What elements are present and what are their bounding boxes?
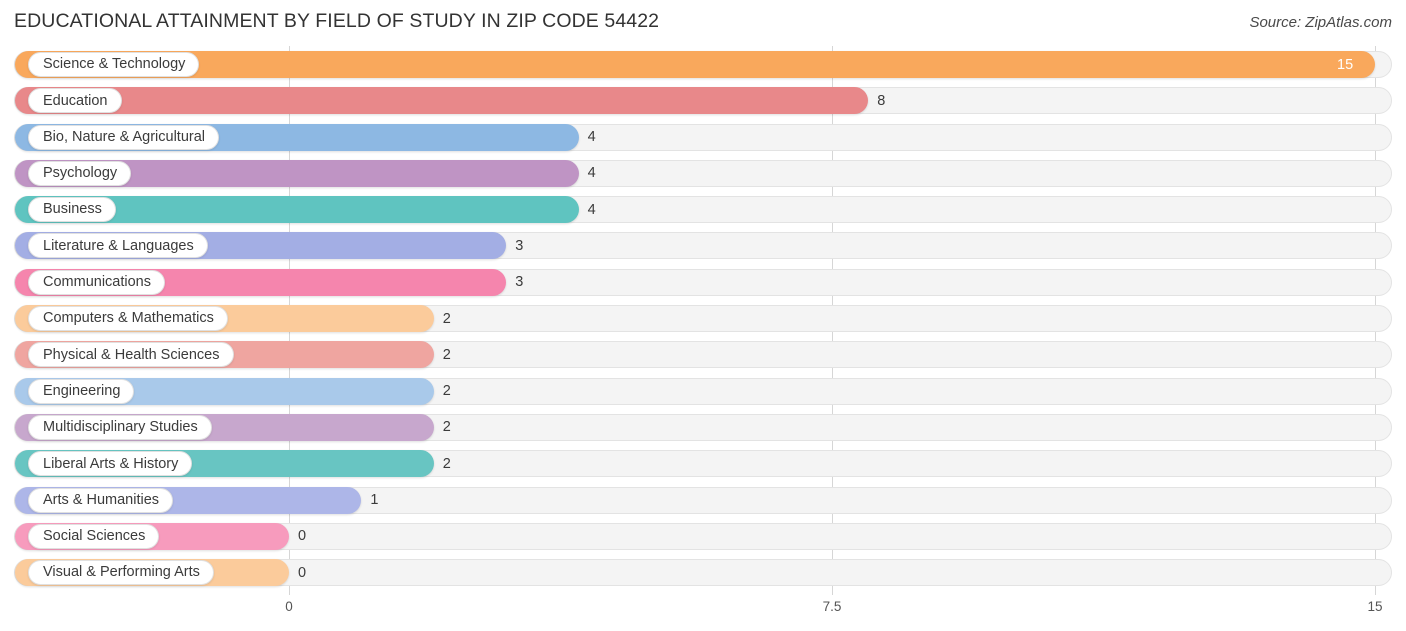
bar-label-pill: Arts & Humanities — [28, 487, 174, 513]
bar-category-label: Computers & Mathematics — [43, 310, 214, 327]
bar-value-label: 0 — [298, 528, 307, 545]
bar-label-pill: Psychology — [28, 160, 132, 186]
bar-label-pill: Communications — [28, 269, 165, 295]
bar-value-label: 2 — [442, 419, 451, 436]
bar-category-label: Bio, Nature & Agricultural — [43, 128, 205, 145]
bar-category-label: Social Sciences — [43, 528, 146, 545]
bar-value-label: 2 — [442, 346, 451, 363]
bar-row[interactable]: Bio, Nature & Agricultural 4 — [0, 119, 1406, 155]
bar-row[interactable]: Arts & Humanities 1 — [0, 482, 1406, 518]
bar-value-label: 1 — [370, 492, 379, 509]
bar-rows: Science & Technology 15 Education 8 Bio, Nat… — [0, 46, 1406, 590]
bar-row[interactable]: Social Sciences 0 — [0, 518, 1406, 554]
bar-row[interactable]: Psychology 4 — [0, 155, 1406, 191]
bar-value-label: 2 — [442, 383, 451, 400]
bar-category-label: Visual & Performing Arts — [43, 564, 200, 581]
bar-label-pill: Science & Technology — [28, 52, 200, 77]
plot-area: Science & Technology 15 Education 8 Bio, Nat… — [0, 46, 1406, 595]
bar-row[interactable]: Communications 3 — [0, 264, 1406, 300]
bar-category-label: Psychology — [43, 165, 118, 182]
bar-label-pill: Visual & Performing Arts — [28, 560, 214, 586]
axis-tick-label: 7.5 — [822, 599, 842, 614]
bar-label-pill: Physical & Health Sciences — [28, 342, 234, 368]
bar-category-label: Communications — [43, 274, 151, 291]
bar-label-pill: Social Sciences — [28, 523, 160, 549]
bar-category-label: Physical & Health Sciences — [43, 346, 220, 363]
axis-tick-label: 0 — [285, 599, 293, 614]
bar-value-label: 3 — [515, 237, 524, 254]
bar-category-label: Education — [43, 92, 108, 109]
bar-row[interactable]: Multidisciplinary Studies 2 — [0, 409, 1406, 445]
bar-label-pill: Literature & Languages — [28, 233, 208, 259]
bar-row[interactable]: Liberal Arts & History 2 — [0, 445, 1406, 481]
bar-row[interactable]: Business 4 — [0, 191, 1406, 227]
bar-label-pill: Bio, Nature & Agricultural — [28, 124, 219, 150]
bar-category-label: Business — [43, 201, 102, 218]
bar-value-label: 0 — [298, 564, 307, 581]
bar-label-pill: Education — [28, 88, 122, 114]
source-attribution: Source: ZipAtlas.com — [1249, 14, 1392, 31]
bar-value-label: 3 — [515, 274, 524, 291]
chart-page: EDUCATIONAL ATTAINMENT BY FIELD OF STUDY… — [0, 0, 1406, 631]
bar-label-pill: Engineering — [28, 378, 135, 404]
axis-tick-label: 15 — [1367, 599, 1383, 614]
bar-value-label: 15 — [1337, 56, 1354, 73]
bar-category-label: Liberal Arts & History — [43, 455, 179, 472]
bar-row[interactable]: Education 8 — [0, 82, 1406, 118]
chart-header: EDUCATIONAL ATTAINMENT BY FIELD OF STUDY… — [0, 0, 1406, 46]
bar-category-label: Multidisciplinary Studies — [43, 419, 198, 436]
bar-category-label: Literature & Languages — [43, 237, 194, 254]
bar-row[interactable]: Science & Technology 15 — [0, 46, 1406, 82]
bar-row[interactable]: Computers & Mathematics 2 — [0, 300, 1406, 336]
bar-row[interactable]: Engineering 2 — [0, 373, 1406, 409]
bar-value-label: 8 — [877, 92, 886, 109]
bar-value-label: 4 — [587, 165, 596, 182]
bar-row[interactable]: Visual & Performing Arts 0 — [0, 554, 1406, 590]
bar-label-pill: Multidisciplinary Studies — [28, 414, 212, 440]
bar-value-label: 4 — [587, 201, 596, 218]
bar-category-label: Engineering — [43, 382, 121, 399]
bar-category-label: Science & Technology — [43, 56, 186, 73]
page-title: EDUCATIONAL ATTAINMENT BY FIELD OF STUDY… — [14, 10, 660, 32]
bar-value-label: 2 — [442, 455, 451, 472]
bar[interactable] — [15, 87, 869, 115]
bar-row[interactable]: Literature & Languages 3 — [0, 227, 1406, 263]
bar-value-label: 2 — [442, 310, 451, 327]
bar-label-pill: Liberal Arts & History — [28, 451, 193, 477]
bar-value-label: 4 — [587, 129, 596, 146]
bar[interactable] — [15, 51, 1375, 78]
bar-row[interactable]: Physical & Health Sciences 2 — [0, 336, 1406, 372]
bar-category-label: Arts & Humanities — [43, 491, 160, 508]
bar-label-pill: Business — [28, 197, 116, 223]
bar-label-pill: Computers & Mathematics — [28, 306, 228, 332]
x-axis: 0 7.5 15 — [0, 595, 1406, 631]
